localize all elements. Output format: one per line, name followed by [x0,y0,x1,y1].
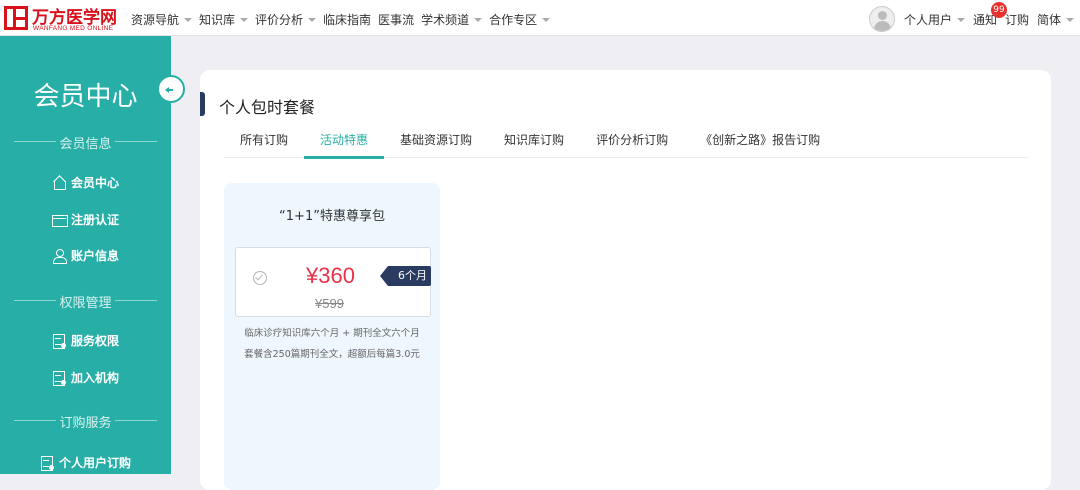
permission-doc-icon [52,333,66,349]
nav-label: 医事流 [378,13,415,27]
order-tabs: 所有订购 活动特惠 基础资源订购 知识库订购 评价分析订购 《创新之路》报告订购 [224,128,1028,159]
sidebar-item-member-center[interactable]: 会员中心 [0,174,171,191]
institution-doc-icon [52,370,66,386]
nav-label: 临床指南 [323,13,372,27]
original-price: ¥599 [315,296,344,311]
tab-all-orders[interactable]: 所有订购 [224,128,304,158]
sidebar-item-label: 加入机构 [70,371,119,385]
section-member-info: 会员信息 [14,133,157,152]
package-name: “1+1”特惠尊享包 [279,209,385,224]
tab-knowledge-base[interactable]: 知识库订购 [488,128,580,158]
logo-subtitle: WANFANG MED ONLINE [33,25,114,32]
logo-mark-icon [4,6,28,30]
nav-cooperation-zone[interactable]: 合作专区 [489,11,551,28]
description-line: 套餐含250篇期刊全文，超额后每篇3.0元 [244,349,420,360]
nav-evaluation-analysis[interactable]: 评价分析 [255,11,317,28]
chevron-down-icon [542,17,551,22]
price-option[interactable]: ¥360 ¥599 6个月 [235,247,431,317]
nav-medical-news[interactable]: 医事流 [378,11,414,28]
order-link[interactable]: 订购 [1005,11,1029,28]
user-label: 个人用户 [903,13,952,27]
section-order-service: 订购服务 [14,412,157,431]
sidebar-item-label: 服务权限 [70,334,119,348]
tab-evaluation-analysis[interactable]: 评价分析订购 [580,128,684,158]
sidebar-title: 会员中心 [33,82,138,112]
chevron-down-icon [240,17,249,22]
tab-promotions[interactable]: 活动特惠 [304,128,385,159]
chevron-down-icon [474,17,483,22]
sidebar-item-registration[interactable]: 注册认证 [0,211,171,228]
user-nav: 个人用户 通知 99 订购 简体 [896,2,1074,28]
user-icon [52,248,67,264]
sidebar-item-service-permission[interactable]: 服务权限 [0,332,171,349]
home-icon [52,176,66,190]
language-select[interactable]: 简体 [1037,11,1074,28]
id-card-icon [51,213,68,227]
tab-innovation-report[interactable]: 《创新之路》报告订购 [684,128,836,158]
sidebar-item-account[interactable]: 账户信息 [0,247,171,264]
check-circle-icon[interactable] [253,271,267,285]
nav-resource-guide[interactable]: 资源导航 [131,11,193,28]
chevron-down-icon [1066,17,1074,22]
chevron-down-icon [956,17,965,22]
order-label: 订购 [1004,13,1029,27]
user-avatar-icon[interactable] [869,6,895,32]
chevron-down-icon [308,17,317,22]
nav-label: 知识库 [199,13,236,27]
package-panel: 个人包时套餐 所有订购 活动特惠 基础资源订购 知识库订购 评价分析订购 《创新… [200,70,1051,490]
nav-clinical-guide[interactable]: 临床指南 [323,11,371,28]
wanfang-logo[interactable]: 万方医学网 WANFANG MED ONLINE [4,5,126,33]
package-card: “1+1”特惠尊享包 ¥360 ¥599 6个月 临床诊疗知识库六个月 + 期刊… [224,183,440,490]
title-marker [200,92,205,116]
page-title: 个人包时套餐 [219,98,316,117]
sidebar-item-label: 会员中心 [70,176,119,190]
package-price: ¥360 [306,263,355,288]
section-permission: 权限管理 [14,292,157,311]
language-label: 简体 [1036,13,1061,27]
notifications-link[interactable]: 通知 99 [973,2,1007,28]
sidebar-item-label: 注册认证 [70,213,119,227]
sidebar-item-join-institution[interactable]: 加入机构 [0,369,171,386]
top-navigation-bar: 万方医学网 WANFANG MED ONLINE 资源导航 知识库 评价分析 临… [0,0,1080,36]
nav-label: 合作专区 [489,13,538,27]
sidebar-item-label: 个人用户订购 [58,456,131,470]
chevron-down-icon [184,17,193,22]
nav-academic-channel[interactable]: 学术频道 [421,11,483,28]
nav-knowledge-base[interactable]: 知识库 [199,11,249,28]
description-line: 临床诊疗知识库六个月 + 期刊全文六个月 [244,328,420,339]
user-menu[interactable]: 个人用户 [904,11,965,28]
nav-label: 资源导航 [131,13,180,27]
duration-tag: 6个月 [380,266,431,286]
collapse-sidebar-icon[interactable] [157,75,185,103]
sidebar-item-personal-order[interactable]: 个人用户订购 [0,454,171,471]
sidebar-item-label: 账户信息 [70,249,119,263]
main-nav: 资源导航 知识库 评价分析 临床指南 医事流 学术频道 合作专区 [131,11,557,28]
member-sidebar: 会员中心 会员信息 会员中心 注册认证 账户信息 权限管理 服务权限 加入机构 … [0,36,185,474]
order-doc-icon [40,455,54,471]
nav-label: 学术频道 [421,13,470,27]
nav-label: 评价分析 [255,13,304,27]
tab-basic-resources[interactable]: 基础资源订购 [384,128,488,158]
package-description: 临床诊疗知识库六个月 + 期刊全文六个月 套餐含250篇期刊全文，超额后每篇3.… [224,323,440,365]
